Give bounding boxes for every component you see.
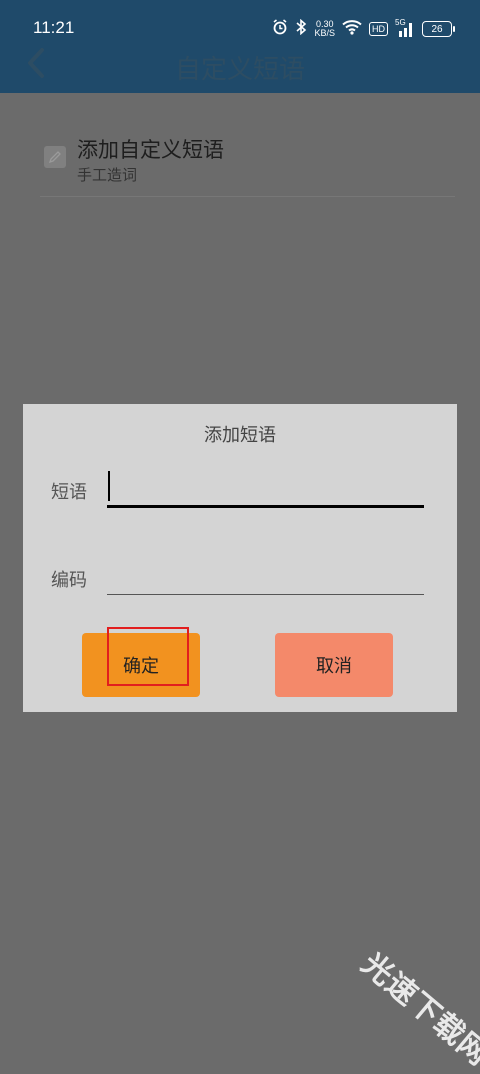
add-phrase-dialog: 添加短语 短语 编码 确定 取消 [23,404,457,712]
cellular-signal-icon: 5G [395,18,415,37]
code-input[interactable] [107,556,424,594]
list-item-subtitle: 手工造词 [77,166,138,184]
highlight-annotation [107,627,189,686]
bluetooth-icon [295,18,307,39]
cancel-button[interactable]: 取消 [275,633,393,697]
list-item-title: 添加自定义短语 [77,138,224,162]
code-input-underline [107,594,424,595]
list-item-add-custom-phrase[interactable]: 添加自定义短语 手工造词 [40,128,455,197]
app-bar: 自定义短语 [0,45,480,93]
status-time: 11:21 [33,18,75,37]
phrase-input[interactable] [107,468,424,506]
watermark: 光速下载网 [354,946,480,1073]
hd-badge: HD [369,22,388,36]
header: 11:21 0.30 KB/S HD 5G 26 自定义短语 [0,0,480,93]
edit-icon [44,146,66,168]
phrase-input-underline [107,505,424,508]
dialog-title: 添加短语 [204,425,276,446]
wifi-icon [342,19,362,39]
phrase-label: 短语 [51,482,87,503]
battery-indicator: 26 [422,21,455,37]
alarm-icon [272,19,288,39]
network-speed: 0.30 KB/S [314,19,335,38]
code-label: 编码 [51,570,87,591]
text-caret [108,471,110,501]
status-bar: 11:21 0.30 KB/S HD 5G 26 [0,0,480,50]
status-icons: 0.30 KB/S HD 5G 26 [272,16,455,42]
page-title: 自定义短语 [174,55,305,85]
